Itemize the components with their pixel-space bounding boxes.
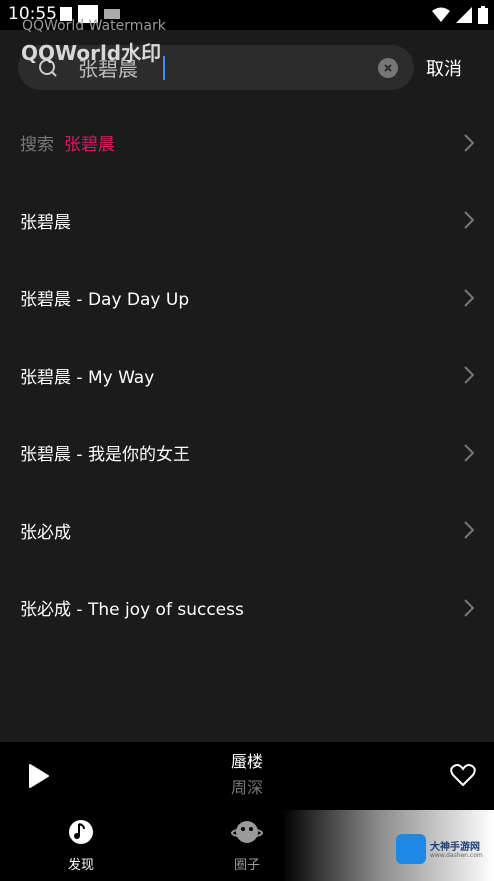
chevron-right-icon [464, 366, 474, 384]
wifi-icon [432, 7, 450, 22]
watermark-big: QQWorld水印 [21, 41, 162, 65]
planet-icon [231, 821, 263, 843]
mini-player[interactable]: 蜃楼 周深 [0, 742, 494, 810]
suggestion-item[interactable]: 张碧晨 - 我是你的女王 [0, 414, 494, 492]
suggestion-label: 张碧晨 - My Way [20, 367, 155, 388]
system-icons [432, 6, 488, 24]
suggestion-item[interactable]: 张碧晨 [0, 182, 494, 260]
suggestion-label: 张碧晨 [20, 212, 71, 233]
suggestion-item[interactable]: 张碧晨 - My Way [0, 337, 494, 415]
nav-label: 发现 [67, 858, 94, 873]
search-label: 搜索 [20, 135, 54, 156]
search-keyword-row[interactable]: 搜索 张碧晨 [0, 104, 494, 182]
cancel-button[interactable]: 取消 [426, 55, 462, 81]
suggestion-item[interactable]: 张碧晨 - Day Day Up [0, 259, 494, 337]
signal-icon [456, 7, 472, 23]
close-icon [384, 64, 392, 72]
chevron-right-icon [464, 289, 474, 307]
suggestion-label: 张碧晨 - 我是你的女王 [20, 445, 190, 466]
chevron-right-icon [464, 521, 474, 539]
chevron-right-icon [464, 134, 474, 152]
text-cursor [163, 56, 165, 80]
suggestion-list: 搜索 张碧晨 张碧晨 张碧晨 - Day Day Up 张碧晨 - My Way… [0, 104, 494, 647]
nav-item-circle[interactable]: 圈子 [202, 818, 292, 873]
site-logo-subtext: www.dashen.com [430, 852, 483, 859]
nav-item-discover[interactable]: 发现 [36, 818, 126, 873]
bottom-nav: 发现 圈子 大神手游网 www.dashen.com [0, 810, 494, 881]
suggestion-item[interactable]: 张必成 - The joy of success [0, 569, 494, 647]
suggestion-label: 张碧晨 - Day Day Up [20, 290, 190, 311]
heart-icon[interactable] [450, 763, 476, 787]
suggestion-label: 张必成 - The joy of success [20, 600, 244, 621]
suggestion-label: 张必成 [20, 522, 71, 543]
music-note-icon [69, 820, 93, 844]
nav-label: 圈子 [233, 858, 260, 873]
site-logo-icon [396, 834, 426, 864]
chevron-right-icon [464, 444, 474, 462]
song-artist: 周深 [230, 778, 263, 797]
battery-icon [478, 6, 488, 24]
clear-icon[interactable] [378, 58, 398, 78]
suggestion-item[interactable]: 张必成 [0, 492, 494, 570]
search-keyword: 张碧晨 [64, 135, 115, 156]
chevron-right-icon [464, 211, 474, 229]
watermark-small: QQWorld Watermark [22, 18, 166, 34]
site-logo-text: 大神手游网 [430, 842, 480, 853]
song-title: 蜃楼 [230, 752, 263, 771]
chevron-right-icon [464, 599, 474, 617]
